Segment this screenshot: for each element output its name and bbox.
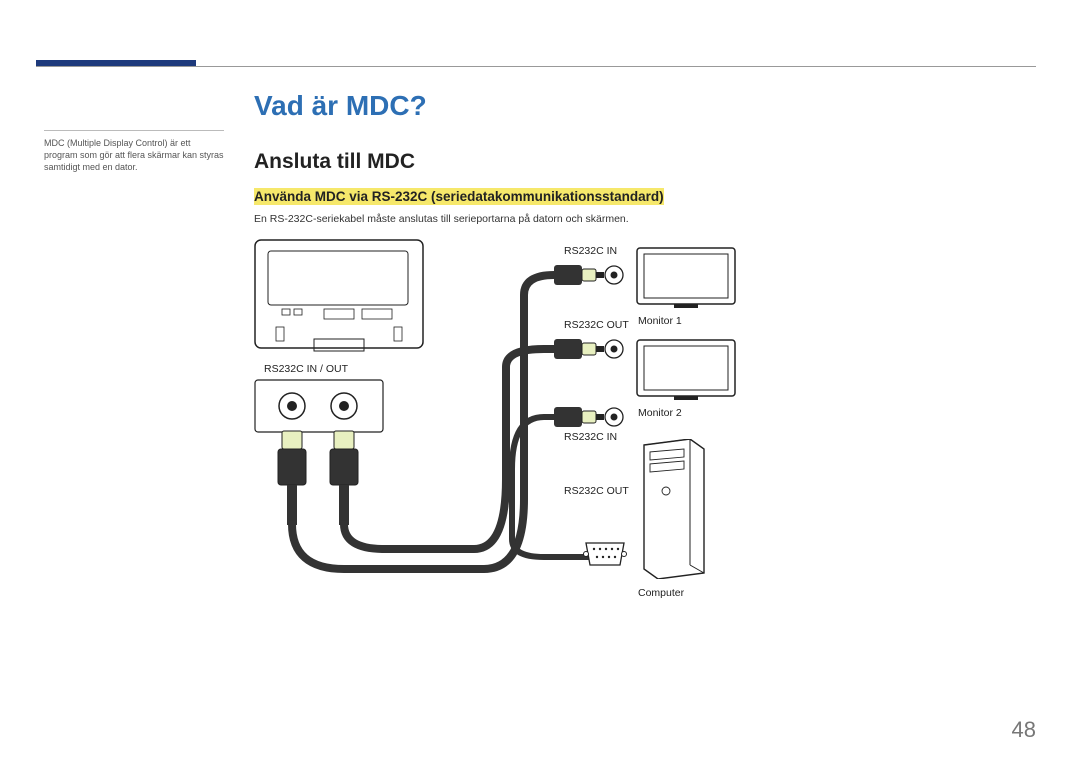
page-title: Vad är MDC? — [254, 90, 1020, 122]
main-content: Vad är MDC? Ansluta till MDC Använda MDC… — [254, 90, 1020, 629]
page-number: 48 — [1012, 717, 1036, 743]
jack-socket-icon — [554, 403, 624, 431]
label-monitor-1: Monitor 1 — [638, 315, 682, 327]
label-rs232c-in-1: RS232C IN — [564, 245, 617, 257]
computer-tower-icon — [638, 439, 710, 579]
label-rs232c-out-1: RS232C OUT — [564, 319, 629, 331]
db9-connector-icon — [582, 539, 628, 577]
label-rs232c-in-2: RS232C IN — [564, 431, 617, 443]
sidebar-note: MDC (Multiple Display Control) är ett pr… — [44, 130, 224, 173]
label-computer: Computer — [638, 587, 684, 599]
monitor-icon — [636, 339, 736, 401]
section-heading: Ansluta till MDC — [254, 150, 1020, 174]
divider — [44, 130, 224, 131]
monitor-icon — [636, 247, 736, 309]
label-monitor-2: Monitor 2 — [638, 407, 682, 419]
label-rs232c-out-2: RS232C OUT — [564, 485, 629, 497]
subsection-heading: Använda MDC via RS-232C (seriedatakommun… — [254, 188, 664, 205]
horizontal-rule — [36, 66, 1036, 67]
body-paragraph: En RS-232C-seriekabel måste anslutas til… — [254, 213, 1020, 225]
jack-plug-icon — [554, 335, 624, 363]
jack-plug-icon — [554, 261, 624, 289]
sidebar-text: MDC (Multiple Display Control) är ett pr… — [44, 137, 224, 173]
page: MDC (Multiple Display Control) är ett pr… — [0, 0, 1080, 763]
connection-diagram: RS232C IN / OUT — [254, 239, 814, 629]
